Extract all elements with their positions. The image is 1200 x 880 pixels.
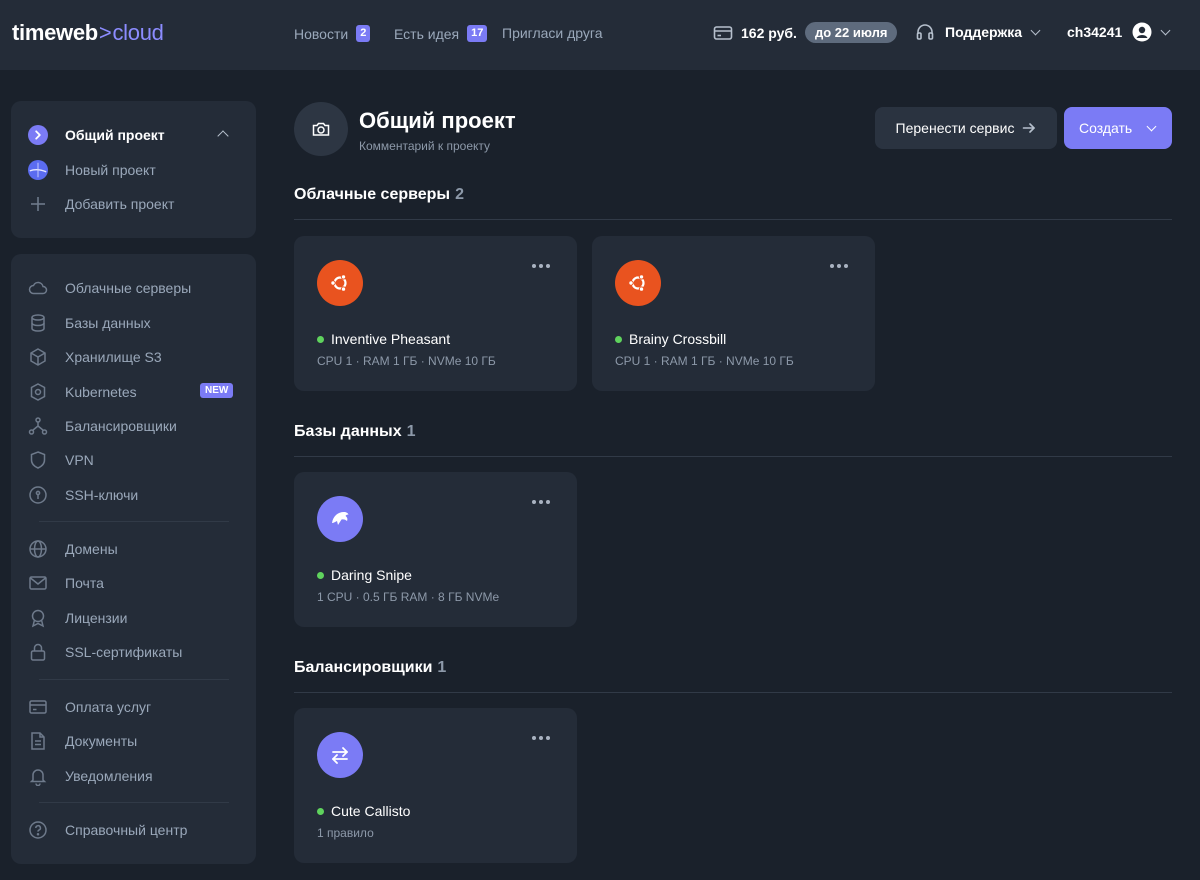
sidebar-item-notifications[interactable]: Уведомления bbox=[27, 765, 153, 787]
database-icon bbox=[27, 312, 49, 334]
support-menu[interactable]: Поддержка bbox=[915, 22, 1041, 42]
lock-icon bbox=[27, 641, 49, 663]
move-service-button[interactable]: Перенести сервис bbox=[875, 107, 1057, 149]
chevron-down-icon bbox=[1030, 25, 1041, 35]
sidebar-item-documents[interactable]: Документы bbox=[27, 730, 137, 752]
cloud-icon bbox=[27, 277, 49, 299]
section-title-balancers: Балансировщики 1 bbox=[294, 659, 447, 676]
server-name: Brainy Crossbill bbox=[615, 331, 726, 347]
balance-value: 162 руб. bbox=[741, 24, 797, 41]
database-card[interactable]: Daring Snipe 1 CPU · 0.5 ГБ RAM · 8 ГБ N… bbox=[294, 472, 577, 627]
help-icon bbox=[27, 819, 49, 841]
sidebar-divider bbox=[39, 679, 229, 680]
sidebar-item-licenses[interactable]: Лицензии bbox=[27, 607, 127, 629]
section-divider bbox=[294, 692, 1172, 693]
more-options-icon[interactable] bbox=[532, 736, 550, 740]
user-menu[interactable]: ch34241 bbox=[1067, 22, 1171, 42]
sidebar-item-kubernetes[interactable]: Kubernetes bbox=[27, 381, 137, 403]
dolphin-icon bbox=[317, 496, 363, 542]
username: ch34241 bbox=[1067, 24, 1123, 40]
ubuntu-icon bbox=[317, 260, 363, 306]
camera-icon bbox=[311, 119, 331, 139]
sidebar-item-domains[interactable]: Домены bbox=[27, 538, 118, 560]
sidebar-item-vpn[interactable]: VPN bbox=[27, 449, 94, 471]
section-divider bbox=[294, 219, 1172, 220]
plus-icon bbox=[27, 193, 49, 215]
sidebar-item-ssl[interactable]: SSL-сертификаты bbox=[27, 641, 182, 663]
chevron-down-icon bbox=[1146, 121, 1157, 131]
card-icon bbox=[713, 23, 733, 43]
shield-icon bbox=[27, 449, 49, 471]
paid-until-badge: до 22 июля bbox=[804, 22, 898, 43]
sidebar-item-help[interactable]: Справочный центр bbox=[27, 819, 187, 841]
balancer-name: Cute Callisto bbox=[317, 803, 410, 819]
chevron-right-circle-icon bbox=[27, 124, 49, 146]
news-count-badge: 2 bbox=[356, 25, 371, 42]
nav-invite[interactable]: Пригласи друга bbox=[502, 25, 603, 41]
idea-count-badge: 17 bbox=[467, 25, 488, 42]
server-card[interactable]: Inventive Pheasant CPU 1 · RAM 1 ГБ · NV… bbox=[294, 236, 577, 391]
status-dot bbox=[615, 335, 622, 343]
sidebar-item-cloud-servers[interactable]: Облачные серверы bbox=[27, 277, 191, 299]
project-comment[interactable]: Комментарий к проекту bbox=[359, 139, 490, 153]
chevron-down-icon bbox=[1160, 25, 1171, 35]
nav-news[interactable]: Новости 2 bbox=[294, 25, 371, 42]
balancer-card[interactable]: Cute Callisto 1 правило bbox=[294, 708, 577, 863]
sidebar-item-payment[interactable]: Оплата услуг bbox=[27, 696, 151, 718]
kubernetes-icon bbox=[27, 381, 49, 403]
arrow-right-icon bbox=[1022, 121, 1036, 135]
project-avatar-icon bbox=[27, 159, 49, 181]
license-icon bbox=[27, 607, 49, 629]
top-header: timeweb>cloud Новости 2 Есть идея 17 Пригл… bbox=[0, 0, 1200, 70]
sidebar-item-databases[interactable]: Базы данных bbox=[27, 312, 151, 334]
sidebar-divider bbox=[39, 521, 229, 522]
cube-icon bbox=[27, 346, 49, 368]
more-options-icon[interactable] bbox=[830, 264, 848, 268]
status-dot bbox=[317, 335, 324, 343]
section-title-databases: Базы данных 1 bbox=[294, 423, 416, 440]
arrows-swap-icon bbox=[317, 732, 363, 778]
section-title-cloud-servers: Облачные серверы 2 bbox=[294, 186, 464, 203]
bell-icon bbox=[27, 765, 49, 787]
database-spec: 1 CPU · 0.5 ГБ RAM · 8 ГБ NVMe bbox=[317, 590, 500, 604]
server-name: Inventive Pheasant bbox=[317, 331, 450, 347]
key-icon bbox=[27, 484, 49, 506]
sidebar-divider bbox=[39, 802, 229, 803]
section-divider bbox=[294, 456, 1172, 457]
headphones-icon bbox=[915, 22, 935, 42]
server-spec: CPU 1 · RAM 1 ГБ · NVMe 10 ГБ bbox=[317, 354, 496, 368]
mail-icon bbox=[27, 572, 49, 594]
sidebar-item-s3[interactable]: Хранилище S3 bbox=[27, 346, 162, 368]
balance-widget[interactable]: 162 руб. до 22 июля bbox=[713, 22, 898, 43]
project-avatar[interactable] bbox=[294, 102, 348, 156]
server-spec: CPU 1 · RAM 1 ГБ · NVMe 10 ГБ bbox=[615, 354, 794, 368]
create-button[interactable]: Создать bbox=[1064, 107, 1172, 149]
logo[interactable]: timeweb>cloud bbox=[12, 20, 164, 46]
globe-icon bbox=[27, 538, 49, 560]
sidebar-item-balancers[interactable]: Балансировщики bbox=[27, 415, 177, 437]
card-icon bbox=[27, 696, 49, 718]
page-title: Общий проект bbox=[359, 108, 516, 133]
add-project-button[interactable]: Добавить проект bbox=[27, 193, 174, 215]
new-badge: NEW bbox=[200, 383, 234, 398]
status-dot bbox=[317, 571, 324, 579]
status-dot bbox=[317, 807, 324, 815]
sidebar-item-mail[interactable]: Почта bbox=[27, 572, 104, 594]
ubuntu-icon bbox=[615, 260, 661, 306]
more-options-icon[interactable] bbox=[532, 500, 550, 504]
nav-idea[interactable]: Есть идея 17 bbox=[394, 25, 488, 42]
project-item-new[interactable]: Новый проект bbox=[27, 159, 156, 181]
more-options-icon[interactable] bbox=[532, 264, 550, 268]
document-icon bbox=[27, 730, 49, 752]
balancer-icon bbox=[27, 415, 49, 437]
balancer-spec: 1 правило bbox=[317, 826, 374, 840]
project-item-general[interactable]: Общий проект bbox=[27, 124, 165, 146]
user-avatar-icon bbox=[1132, 22, 1152, 42]
server-card[interactable]: Brainy Crossbill CPU 1 · RAM 1 ГБ · NVMe… bbox=[592, 236, 875, 391]
database-name: Daring Snipe bbox=[317, 567, 412, 583]
sidebar-item-ssh-keys[interactable]: SSH-ключи bbox=[27, 484, 138, 506]
